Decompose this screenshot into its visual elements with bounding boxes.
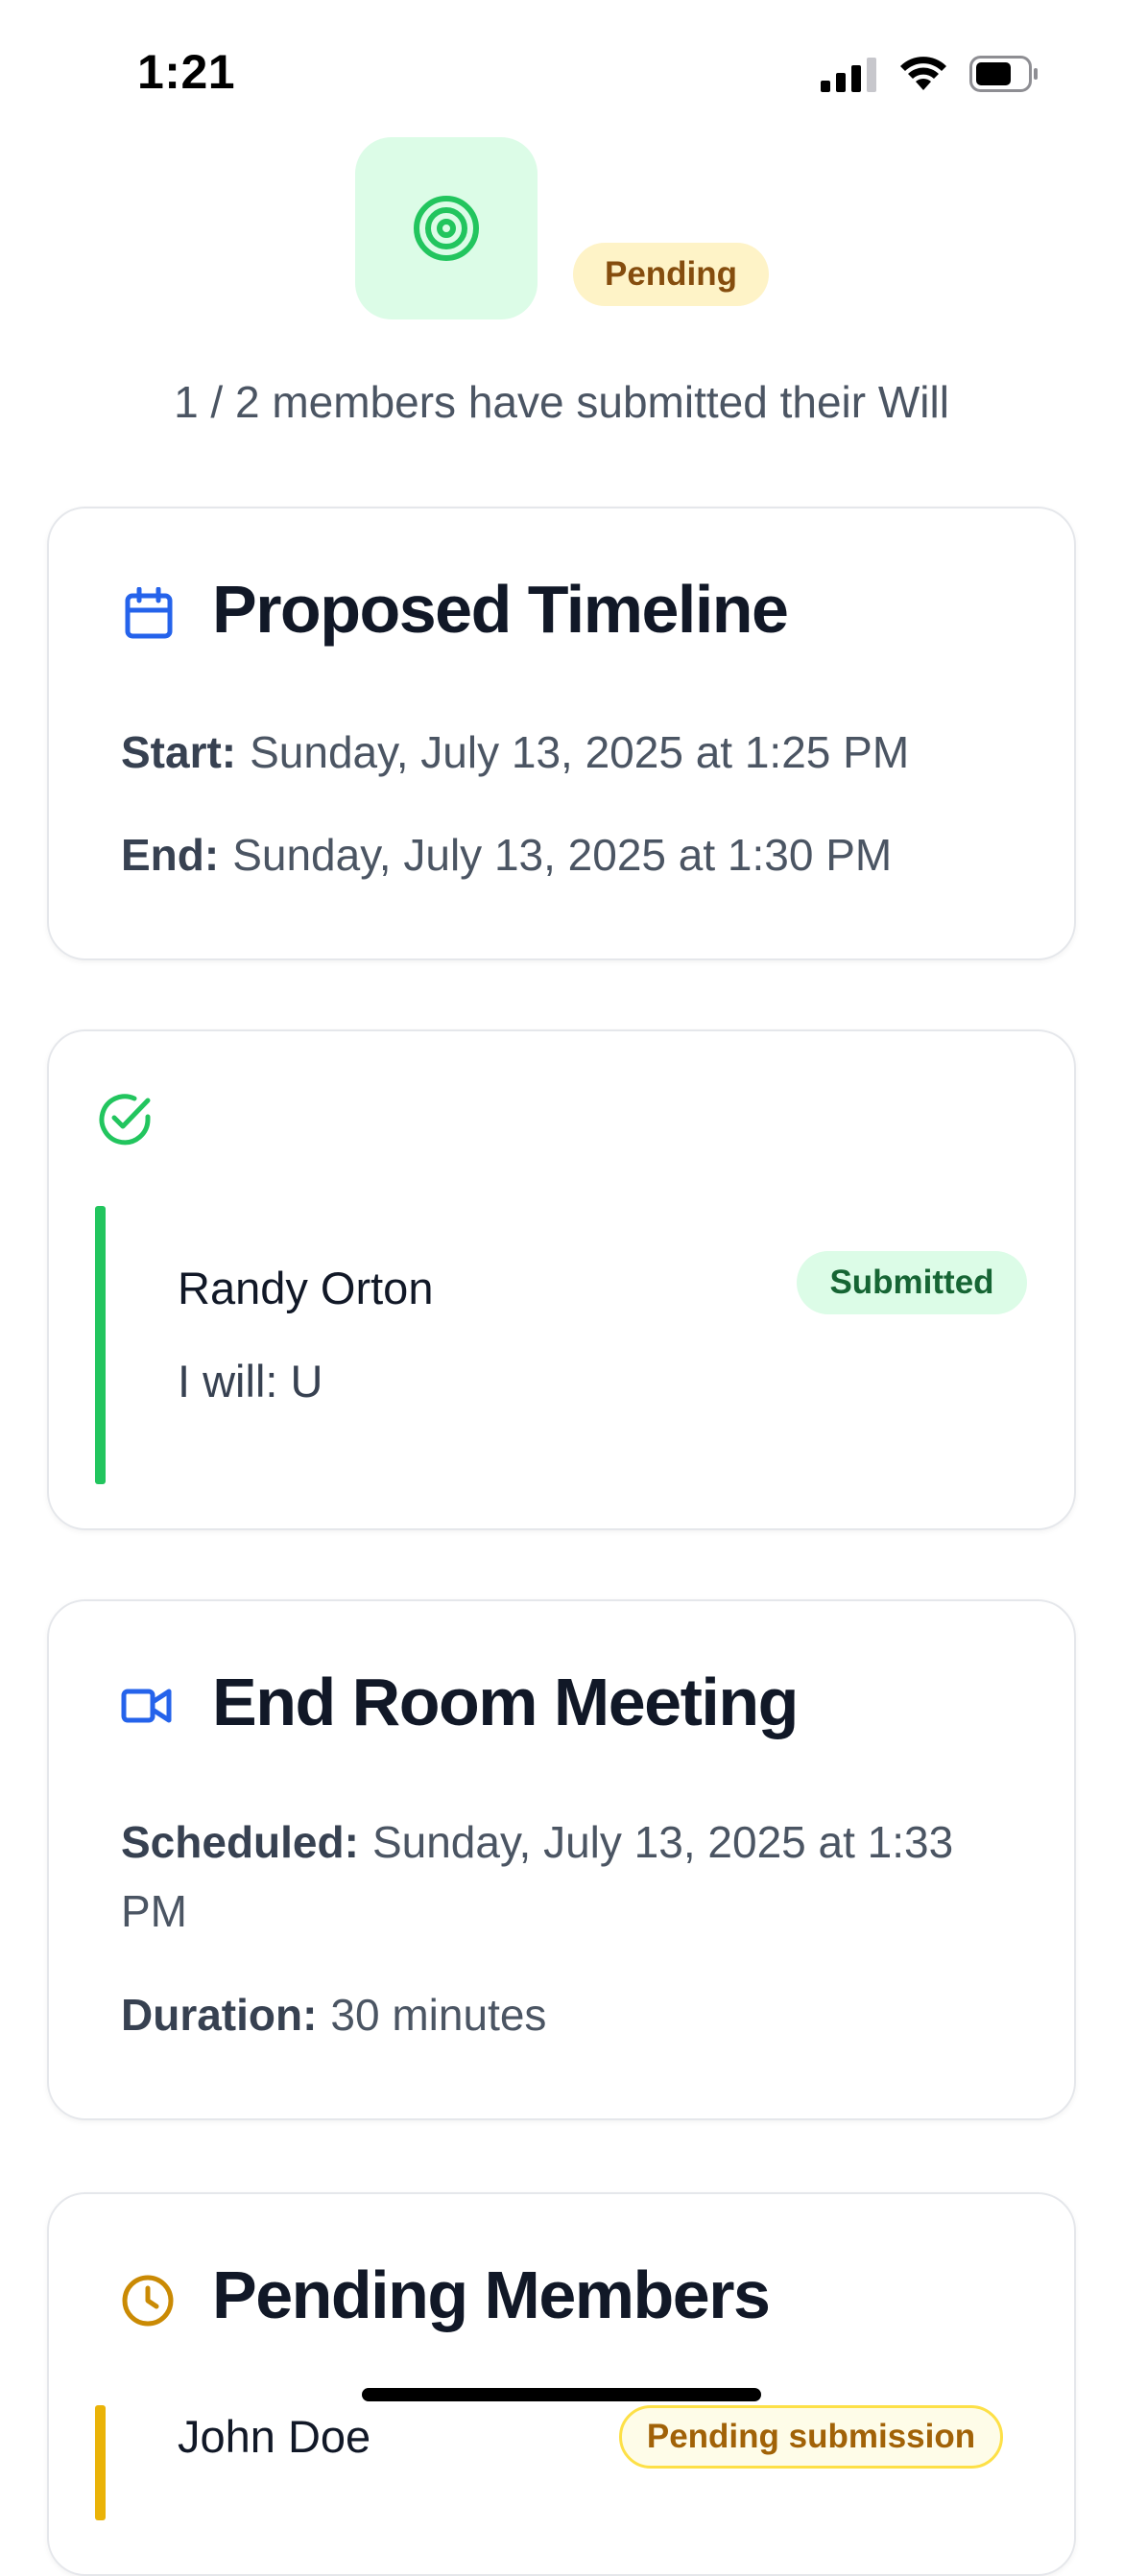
- member-status-badge: Submitted: [797, 1251, 1027, 1314]
- timeline-title: Proposed Timeline: [212, 572, 789, 647]
- end-label: End:: [121, 830, 220, 880]
- timeline-card: Proposed Timeline Start: Sunday, July 13,…: [47, 507, 1076, 960]
- pending-member-status-badge: Pending submission: [619, 2405, 1003, 2469]
- pending-members-card: Pending Members John Doe Pending submiss…: [47, 2192, 1076, 2576]
- timeline-start-row: Start: Sunday, July 13, 2025 at 1:25 PM: [121, 718, 1002, 787]
- home-indicator[interactable]: [362, 2388, 761, 2401]
- target-icon: [414, 196, 479, 261]
- pending-member-status-bar: [95, 2405, 106, 2520]
- submission-summary: 1 / 2 members have submitted their Will: [174, 377, 949, 427]
- pending-member-name: John Doe: [178, 2411, 371, 2462]
- start-value: Sunday, July 13, 2025 at 1:25 PM: [250, 727, 910, 777]
- duration-value: 30 minutes: [330, 1990, 547, 2040]
- status-bar: 1:21: [0, 0, 1123, 134]
- scheduled-label: Scheduled:: [121, 1817, 359, 1867]
- calendar-icon: [125, 587, 173, 639]
- clock-icon: [122, 2275, 174, 2327]
- meeting-duration-row: Duration: 30 minutes: [121, 1980, 1002, 2049]
- battery-icon: [969, 56, 1038, 92]
- video-icon: [121, 1689, 172, 1723]
- member-will-text: I will: U: [178, 1356, 323, 1406]
- wifi-icon: [900, 57, 946, 90]
- status-time: 1:21: [137, 45, 236, 99]
- member-name: Randy Orton: [178, 1263, 434, 1313]
- pending-members-title: Pending Members: [212, 2257, 771, 2332]
- meeting-card: End Room Meeting Scheduled: Sunday, July …: [47, 1599, 1076, 2120]
- target-icon-tile: [355, 137, 538, 319]
- end-value: Sunday, July 13, 2025 at 1:30 PM: [232, 830, 893, 880]
- cellular-signal-icon: [821, 58, 876, 92]
- meeting-scheduled-row: Scheduled: Sunday, July 13, 2025 at 1:33 …: [121, 1808, 1002, 1946]
- check-circle-icon: [99, 1094, 151, 1146]
- submitted-members-card: Randy Orton Submitted I will: U: [47, 1029, 1076, 1530]
- duration-label: Duration:: [121, 1990, 318, 2040]
- member-status-bar: [95, 1206, 106, 1484]
- timeline-end-row: End: Sunday, July 13, 2025 at 1:30 PM: [121, 820, 1002, 889]
- status-badge: Pending: [573, 243, 769, 306]
- start-label: Start:: [121, 727, 237, 777]
- meeting-title: End Room Meeting: [212, 1665, 799, 1739]
